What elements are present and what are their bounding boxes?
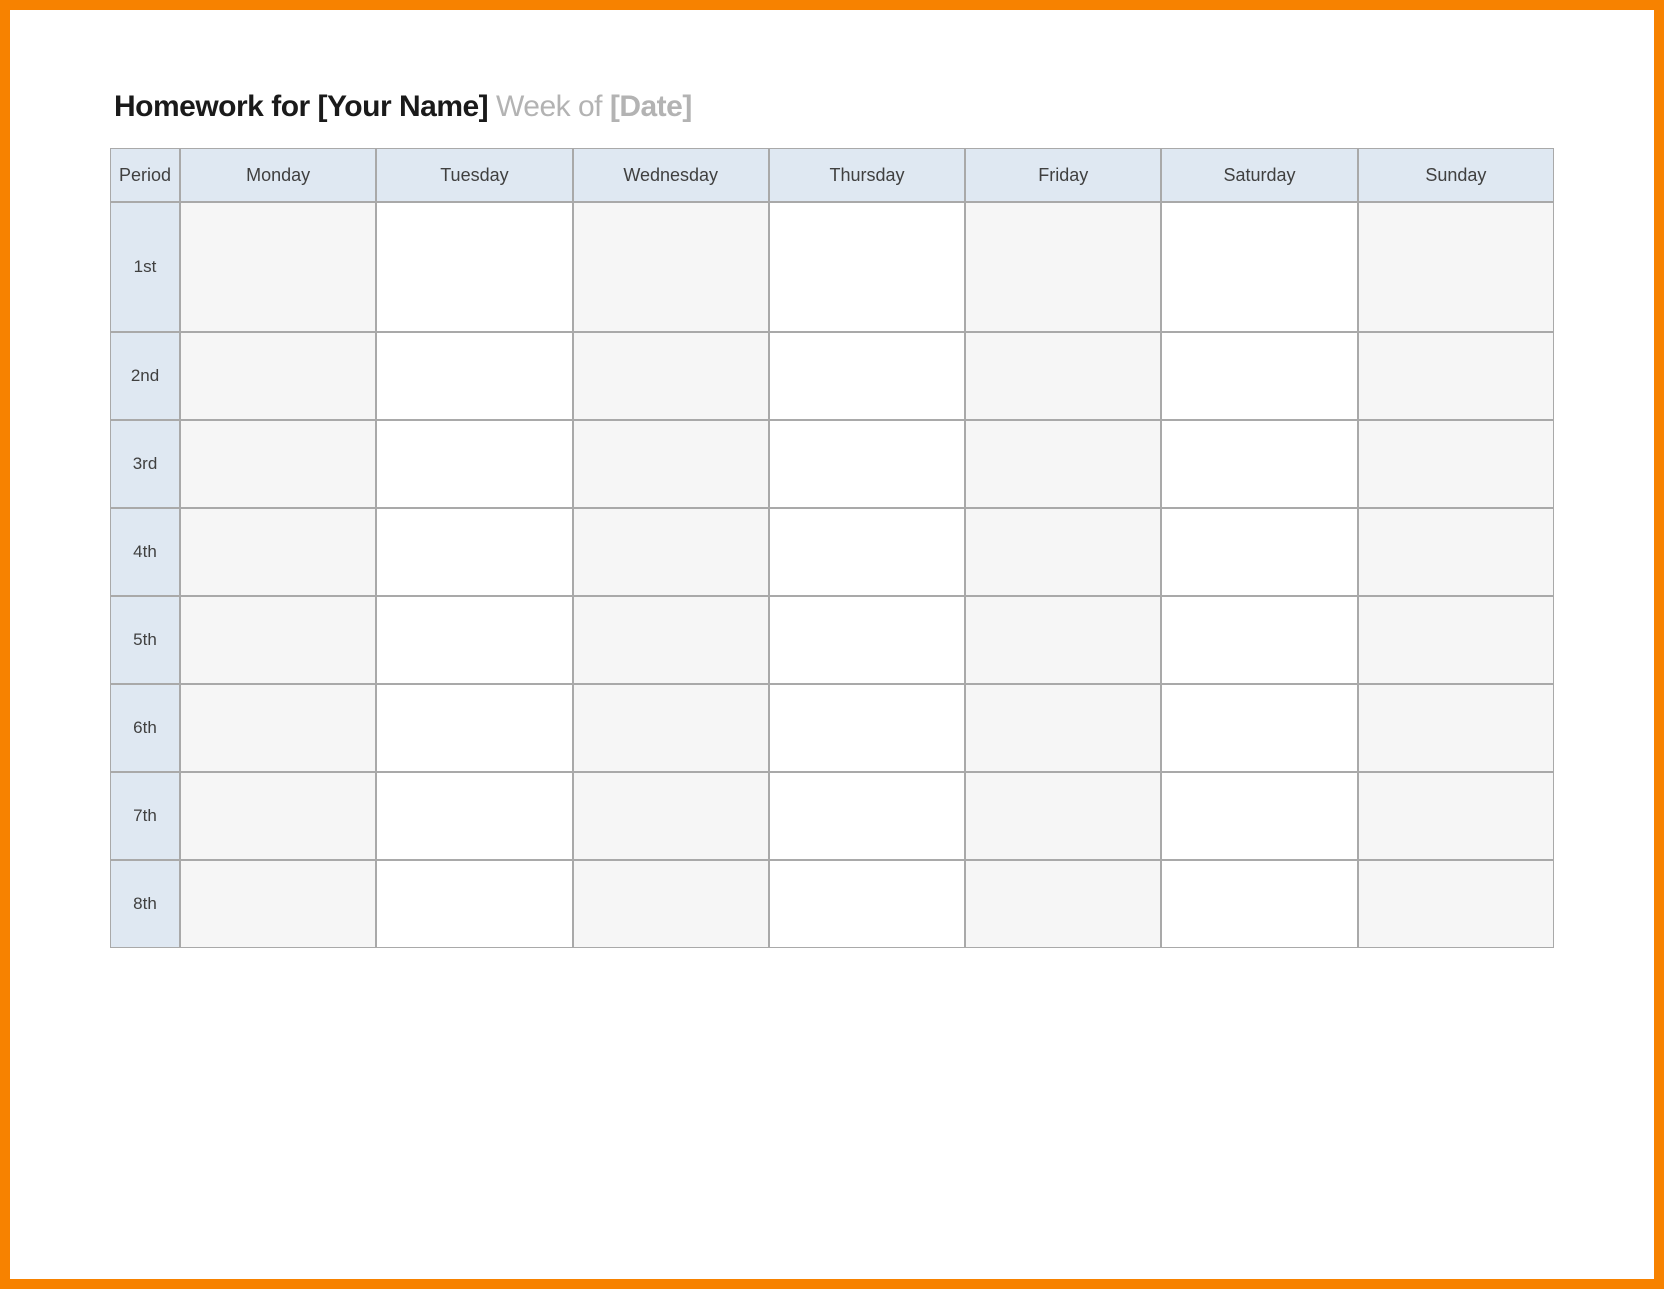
schedule-cell[interactable] (376, 202, 572, 332)
schedule-cell[interactable] (1161, 508, 1357, 596)
col-header-tuesday: Tuesday (376, 148, 572, 202)
schedule-cell[interactable] (573, 860, 769, 948)
schedule-cell[interactable] (180, 596, 376, 684)
schedule-body: 1st 2nd 3rd (110, 202, 1554, 948)
schedule-cell[interactable] (573, 772, 769, 860)
schedule-cell[interactable] (180, 508, 376, 596)
col-header-wednesday: Wednesday (573, 148, 769, 202)
schedule-cell[interactable] (1358, 420, 1554, 508)
schedule-cell[interactable] (1358, 332, 1554, 420)
schedule-cell[interactable] (965, 684, 1161, 772)
document-frame: Homework for [Your Name] Week of [Date] … (0, 0, 1664, 1289)
schedule-cell[interactable] (1161, 684, 1357, 772)
schedule-cell[interactable] (965, 202, 1161, 332)
col-header-monday: Monday (180, 148, 376, 202)
table-row: 5th (110, 596, 1554, 684)
schedule-cell[interactable] (965, 332, 1161, 420)
schedule-cell[interactable] (1161, 596, 1357, 684)
period-label: 8th (110, 860, 180, 948)
schedule-cell[interactable] (1161, 332, 1357, 420)
schedule-cell[interactable] (965, 508, 1161, 596)
schedule-cell[interactable] (769, 508, 965, 596)
schedule-cell[interactable] (376, 684, 572, 772)
period-label: 7th (110, 772, 180, 860)
table-row: 4th (110, 508, 1554, 596)
schedule-cell[interactable] (573, 202, 769, 332)
schedule-cell[interactable] (180, 772, 376, 860)
col-header-friday: Friday (965, 148, 1161, 202)
schedule-cell[interactable] (376, 332, 572, 420)
table-row: 2nd (110, 332, 1554, 420)
period-label: 6th (110, 684, 180, 772)
period-label: 3rd (110, 420, 180, 508)
schedule-cell[interactable] (769, 420, 965, 508)
page-title: Homework for [Your Name] Week of [Date] (114, 90, 1554, 124)
period-label: 5th (110, 596, 180, 684)
schedule-cell[interactable] (376, 508, 572, 596)
schedule-cell[interactable] (769, 772, 965, 860)
header-row: Period Monday Tuesday Wednesday Thursday… (110, 148, 1554, 202)
homework-schedule-table: Period Monday Tuesday Wednesday Thursday… (110, 148, 1554, 948)
schedule-cell[interactable] (1358, 772, 1554, 860)
schedule-cell[interactable] (769, 596, 965, 684)
table-row: 1st (110, 202, 1554, 332)
schedule-cell[interactable] (1358, 596, 1554, 684)
schedule-cell[interactable] (965, 420, 1161, 508)
schedule-cell[interactable] (1161, 860, 1357, 948)
period-label: 4th (110, 508, 180, 596)
schedule-cell[interactable] (180, 860, 376, 948)
col-header-period: Period (110, 148, 180, 202)
schedule-cell[interactable] (1161, 420, 1357, 508)
schedule-cell[interactable] (1358, 202, 1554, 332)
schedule-cell[interactable] (376, 860, 572, 948)
schedule-cell[interactable] (573, 508, 769, 596)
name-placeholder: [Your Name] (318, 90, 489, 123)
date-placeholder: [Date] (610, 90, 692, 123)
schedule-cell[interactable] (573, 332, 769, 420)
schedule-cell[interactable] (376, 420, 572, 508)
schedule-cell[interactable] (1161, 772, 1357, 860)
schedule-cell[interactable] (769, 202, 965, 332)
schedule-cell[interactable] (1358, 684, 1554, 772)
table-row: 3rd (110, 420, 1554, 508)
schedule-cell[interactable] (180, 684, 376, 772)
schedule-cell[interactable] (1358, 508, 1554, 596)
schedule-cell[interactable] (1161, 202, 1357, 332)
schedule-cell[interactable] (573, 596, 769, 684)
col-header-saturday: Saturday (1161, 148, 1357, 202)
col-header-sunday: Sunday (1358, 148, 1554, 202)
period-label: 2nd (110, 332, 180, 420)
table-row: 7th (110, 772, 1554, 860)
period-label: 1st (110, 202, 180, 332)
schedule-cell[interactable] (376, 772, 572, 860)
schedule-cell[interactable] (769, 684, 965, 772)
schedule-cell[interactable] (965, 860, 1161, 948)
schedule-cell[interactable] (180, 420, 376, 508)
schedule-cell[interactable] (769, 860, 965, 948)
schedule-cell[interactable] (376, 596, 572, 684)
schedule-cell[interactable] (573, 684, 769, 772)
table-row: 6th (110, 684, 1554, 772)
table-row: 8th (110, 860, 1554, 948)
col-header-thursday: Thursday (769, 148, 965, 202)
schedule-cell[interactable] (180, 202, 376, 332)
schedule-cell[interactable] (965, 596, 1161, 684)
schedule-cell[interactable] (180, 332, 376, 420)
schedule-cell[interactable] (573, 420, 769, 508)
week-label: Week of (488, 90, 610, 123)
title-prefix: Homework for (114, 90, 318, 123)
schedule-cell[interactable] (965, 772, 1161, 860)
schedule-cell[interactable] (1358, 860, 1554, 948)
schedule-cell[interactable] (769, 332, 965, 420)
